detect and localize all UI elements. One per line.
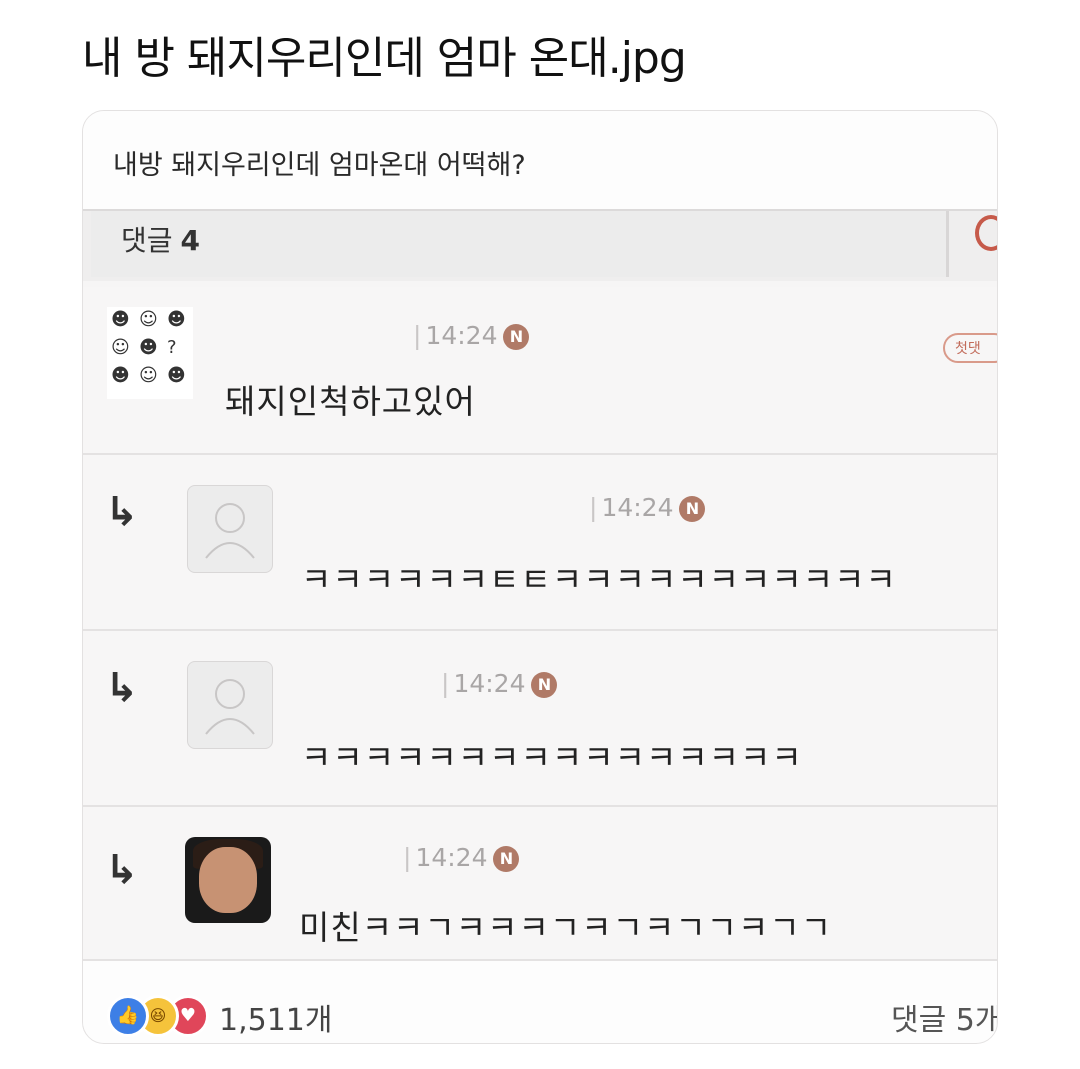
reply-arrow-icon: ↳ xyxy=(105,847,139,893)
screenshot-card: 내방 돼지우리인데 엄마온대 어떡해? 댓글 4 ☻ ☺ ☻ ☺ ☻? ☻ ☺ ☻ | 14:… xyxy=(82,110,998,1044)
comments-link[interactable]: 댓글 5개 xyxy=(891,995,997,1039)
comment-time: | 14:24 N xyxy=(589,493,706,522)
comment-time: | 14:24 N xyxy=(441,669,558,698)
reply-item: ↳ | 14:24 N ㅋㅋㅋㅋㅋㅋㅌㅌㅋㅋㅋㅋㅋㅋㅋㅋㅋㅋㅋ xyxy=(83,455,997,631)
reply-item: ↳ | 14:24 N ㅋㅋㅋㅋㅋㅋㅋㅋㅋㅋㅋㅋㅋㅋㅋㅋ xyxy=(83,631,997,807)
reaction-count[interactable]: 1,511개 xyxy=(219,995,332,1039)
comment-text: 돼지인척하고있어 xyxy=(225,382,476,421)
new-badge: N xyxy=(531,672,558,698)
sticker-avatar[interactable]: ☻ ☺ ☻ ☺ ☻? ☻ ☺ ☻ xyxy=(107,307,193,399)
refresh-icon[interactable] xyxy=(975,215,997,251)
like-reaction-icon[interactable]: 👍 xyxy=(107,995,149,1037)
question-text: 내방 돼지우리인데 엄마온대 어떡해? xyxy=(113,150,526,181)
new-badge: N xyxy=(679,496,706,522)
post-title: 내 방 돼지우리인데 엄마 온대.jpg xyxy=(82,33,687,84)
comment-count-bar: 댓글 4 xyxy=(83,211,997,281)
post-footer: 👍 😆 ♥ 1,511개 댓글 5개 xyxy=(83,961,997,1043)
question-bar: 내방 돼지우리인데 엄마온대 어떡해? xyxy=(83,111,997,211)
reply-arrow-icon: ↳ xyxy=(105,489,139,535)
comment-text: ㅋㅋㅋㅋㅋㅋㅌㅌㅋㅋㅋㅋㅋㅋㅋㅋㅋㅋㅋ xyxy=(301,560,897,599)
best-comment-badge: 첫댓 xyxy=(943,333,997,363)
default-profile-icon[interactable] xyxy=(187,661,273,749)
comment-count: 댓글 4 xyxy=(121,224,201,257)
new-badge: N xyxy=(503,324,530,350)
new-badge: N xyxy=(493,846,520,872)
comment-text: 미친ㅋㅋㄱㅋㅋㅋㄱㅋㄱㅋㄱㄱㅋㄱㄱ xyxy=(299,908,833,947)
comment-time: | 14:24 N xyxy=(413,321,530,350)
comment-text: ㅋㅋㅋㅋㅋㅋㅋㅋㅋㅋㅋㅋㅋㅋㅋㅋ xyxy=(301,738,803,777)
reply-arrow-icon: ↳ xyxy=(105,665,139,711)
default-profile-icon[interactable] xyxy=(187,485,273,573)
reply-item: ↳ | 14:24 N 미친ㅋㅋㄱㅋㅋㅋㄱㅋㄱㅋㄱㄱㅋㄱㄱ xyxy=(83,807,997,961)
comment-time: | 14:24 N xyxy=(403,843,520,872)
comment-item: ☻ ☺ ☻ ☺ ☻? ☻ ☺ ☻ | 14:24 N 첫댓 돼지인척하고있어 xyxy=(83,287,997,455)
photo-avatar[interactable] xyxy=(185,837,271,923)
